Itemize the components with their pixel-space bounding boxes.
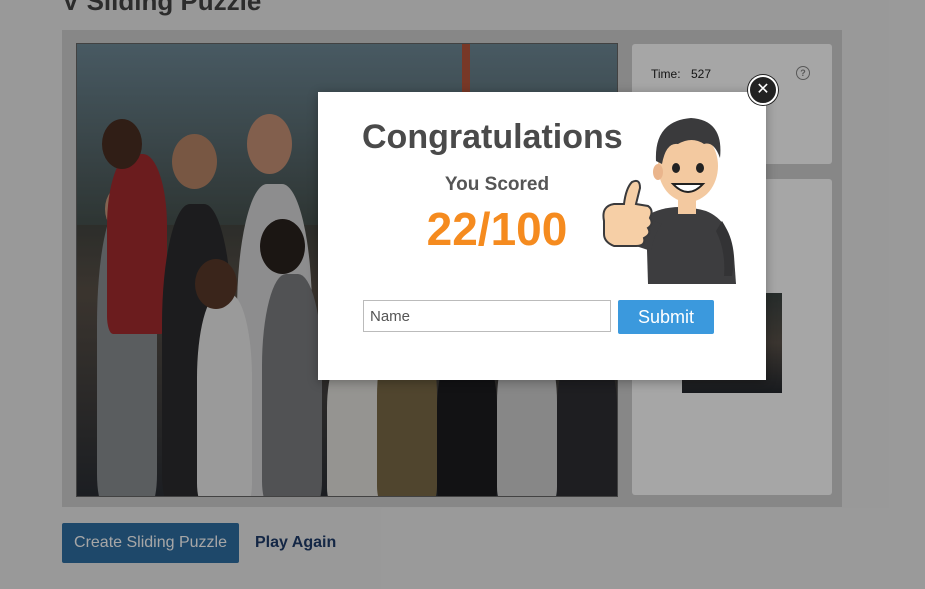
name-input[interactable] <box>363 300 611 332</box>
score-modal: Congratulations You Scored 22/100 Submit <box>318 92 766 380</box>
score-label: You Scored <box>444 174 550 195</box>
thumbs-up-mascot-icon <box>602 118 736 284</box>
modal-title: Congratulations <box>362 118 623 156</box>
close-icon[interactable]: ✕ <box>748 75 778 105</box>
submit-button[interactable]: Submit <box>618 300 714 334</box>
score-value: 22/100 <box>426 203 568 255</box>
